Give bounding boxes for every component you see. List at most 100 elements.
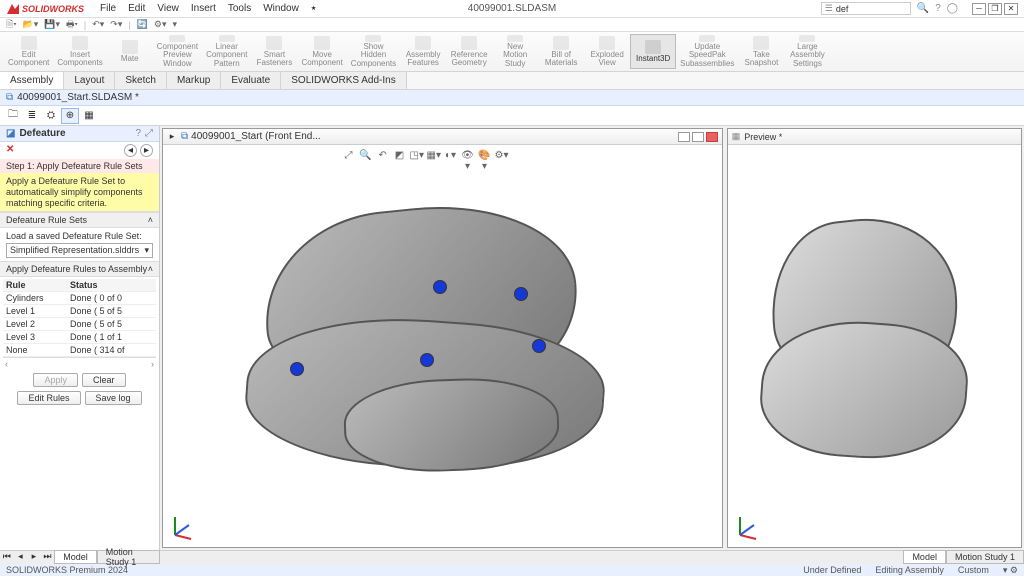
qa-undo-icon[interactable]: ↶▾ [92, 19, 104, 30]
status-extra-icon[interactable]: ▾ ⚙ [1003, 565, 1018, 576]
preview-bottom-tab-motion[interactable]: Motion Study 1 [946, 550, 1024, 564]
help-icon[interactable]: ? [935, 3, 941, 14]
tab-evaluate[interactable]: Evaluate [221, 72, 281, 89]
hud-scene-icon[interactable]: ◐▾ [444, 150, 458, 164]
bt-nav-last-icon[interactable]: ⏭ [41, 551, 55, 564]
qa-open-icon[interactable]: 📂▾ [23, 19, 39, 30]
preview-bottom-tab-model[interactable]: Model [903, 550, 946, 564]
ribbon-insert[interactable]: InsertComponents [53, 34, 106, 69]
tab-sketch[interactable]: Sketch [115, 72, 167, 89]
qa-extra-icon[interactable]: ▾ [173, 19, 178, 30]
menu-insert[interactable]: Insert [191, 3, 216, 14]
ribbon-assembly[interactable]: AssemblyFeatures [400, 34, 446, 69]
bottom-tab-model[interactable]: Model [54, 550, 97, 564]
panel-help-icon[interactable]: ? [135, 128, 141, 139]
hud-appearance-icon[interactable]: 🎨▾ [478, 150, 492, 164]
bt-nav-first-icon[interactable]: ⏮ [0, 551, 14, 564]
apply-button[interactable]: Apply [33, 373, 78, 387]
hud-display-icon[interactable]: ▦▾ [427, 150, 441, 164]
qa-options-icon[interactable]: ⚙▾ [154, 19, 167, 30]
table-hscroll[interactable]: ‹› [3, 357, 156, 369]
ribbon-show[interactable]: ShowHiddenComponents [347, 34, 400, 69]
main-canvas[interactable] [163, 145, 722, 547]
document-tab[interactable]: 40099001_Start.SLDASM * [17, 92, 139, 103]
hud-prev-view-icon[interactable]: ↶ [376, 150, 390, 164]
main-viewport[interactable]: ▸ ⧉40099001_Start (Front End... ⤢ 🔍 ↶ ◩ … [162, 128, 723, 548]
col-rule[interactable]: Rule [3, 279, 67, 292]
breadcrumb-expand-icon[interactable]: ▸ [167, 131, 177, 142]
section-apply-rules[interactable]: Apply Defeature Rules to Assembly˄ [0, 261, 159, 277]
hud-hide-icon[interactable]: 👁▾ [461, 150, 475, 164]
table-row[interactable]: Level 3Done ( 1 of 1 [3, 331, 156, 344]
ruleset-dropdown[interactable]: Simplified Representation.slddrs▾ [6, 243, 153, 258]
ribbon-smart[interactable]: SmartFasteners [251, 34, 297, 69]
nav-next-icon[interactable]: ▸ [140, 144, 153, 157]
menu-help-icon[interactable]: ⭑ [311, 3, 316, 14]
hud-zoom-area-icon[interactable]: 🔍 [359, 150, 373, 164]
ribbon-move[interactable]: MoveComponent [297, 34, 346, 69]
panel-pin-icon[interactable]: ⤢ [145, 128, 153, 139]
vp-minimize[interactable] [678, 132, 690, 142]
ribbon-linear[interactable]: LinearComponentPattern [202, 34, 251, 69]
orientation-triad[interactable] [169, 511, 199, 541]
search-input[interactable]: ☰ def [821, 2, 911, 15]
fm-tree-icon[interactable]: 🗀 [4, 108, 22, 124]
ribbon-large[interactable]: LargeAssemblySettings [784, 34, 830, 69]
save-log-button[interactable]: Save log [85, 391, 142, 405]
bt-nav-next-icon[interactable]: ▸ [27, 551, 41, 564]
bottom-tab-motion[interactable]: Motion Study 1 [97, 550, 160, 564]
col-status[interactable]: Status [67, 279, 156, 292]
fm-config-icon[interactable]: ⛭ [42, 108, 60, 124]
window-close[interactable]: ✕ [1004, 3, 1018, 15]
ribbon-reference[interactable]: ReferenceGeometry [446, 34, 492, 69]
vp-close[interactable] [706, 132, 718, 142]
preview-triad[interactable] [734, 511, 764, 541]
ribbon-mate[interactable]: Mate [107, 34, 153, 69]
menu-view[interactable]: View [157, 3, 179, 14]
table-row[interactable]: Level 2Done ( 5 of 5 [3, 318, 156, 331]
menu-edit[interactable]: Edit [128, 3, 145, 14]
ribbon-take[interactable]: TakeSnapshot [738, 34, 784, 69]
menu-window[interactable]: Window [263, 3, 299, 14]
profile-icon[interactable]: ◯ [947, 3, 958, 14]
qa-save-icon[interactable]: 💾▾ [44, 19, 60, 30]
ribbon-exploded[interactable]: ExplodedView [584, 34, 630, 69]
ribbon-new[interactable]: NewMotionStudy [492, 34, 538, 69]
preview-canvas[interactable] [728, 145, 1021, 547]
ribbon-instant3d[interactable]: Instant3D [630, 34, 676, 69]
bt-nav-prev-icon[interactable]: ◂ [14, 551, 28, 564]
hud-orient-icon[interactable]: ◳▾ [410, 150, 424, 164]
fm-extra-icon[interactable]: ▦ [80, 108, 98, 124]
window-restore[interactable]: ❐ [988, 3, 1002, 15]
clear-button[interactable]: Clear [82, 373, 126, 387]
qa-rebuild-icon[interactable]: 🔄 [137, 19, 148, 30]
fm-display-icon[interactable]: ⊕ [61, 108, 79, 124]
table-row[interactable]: CylindersDone ( 0 of 0 [3, 292, 156, 305]
ribbon-update[interactable]: UpdateSpeedPakSubassemblies [676, 34, 738, 69]
menu-tools[interactable]: Tools [228, 3, 251, 14]
qa-print-icon[interactable]: 🖶▾ [66, 17, 78, 33]
menu-file[interactable]: File [100, 3, 116, 14]
ribbon-edit[interactable]: EditComponent [4, 34, 53, 69]
breadcrumb[interactable]: ⧉40099001_Start (Front End... [181, 131, 321, 142]
preview-viewport[interactable]: ▦ Preview * ⌂ ◯ ▦ ◫ [727, 128, 1022, 548]
fm-property-icon[interactable]: ≣ [23, 108, 41, 124]
ribbon-component[interactable]: ComponentPreviewWindow [153, 34, 202, 69]
hud-zoom-fit-icon[interactable]: ⤢ [342, 150, 356, 164]
hud-settings-icon[interactable]: ⚙▾ [495, 150, 509, 164]
section-rulesets[interactable]: Defeature Rule Sets˄ [0, 212, 159, 228]
qa-new-icon[interactable]: 🗎▾ [6, 17, 17, 33]
tab-assembly[interactable]: Assembly [0, 72, 64, 89]
tab-layout[interactable]: Layout [64, 72, 115, 89]
edit-rules-button[interactable]: Edit Rules [17, 391, 80, 405]
table-row[interactable]: Level 1Done ( 5 of 5 [3, 305, 156, 318]
status-units[interactable]: Custom [958, 565, 989, 576]
search-icon[interactable]: 🔍 [917, 3, 929, 14]
qa-redo-icon[interactable]: ↷▾ [110, 19, 122, 30]
nav-prev-icon[interactable]: ◂ [124, 144, 137, 157]
tab-markup[interactable]: Markup [167, 72, 221, 89]
panel-cancel-icon[interactable]: ✕ [6, 144, 14, 157]
hud-section-icon[interactable]: ◩ [393, 150, 407, 164]
window-minimize[interactable]: ─ [972, 3, 986, 15]
vp-restore[interactable] [692, 132, 704, 142]
